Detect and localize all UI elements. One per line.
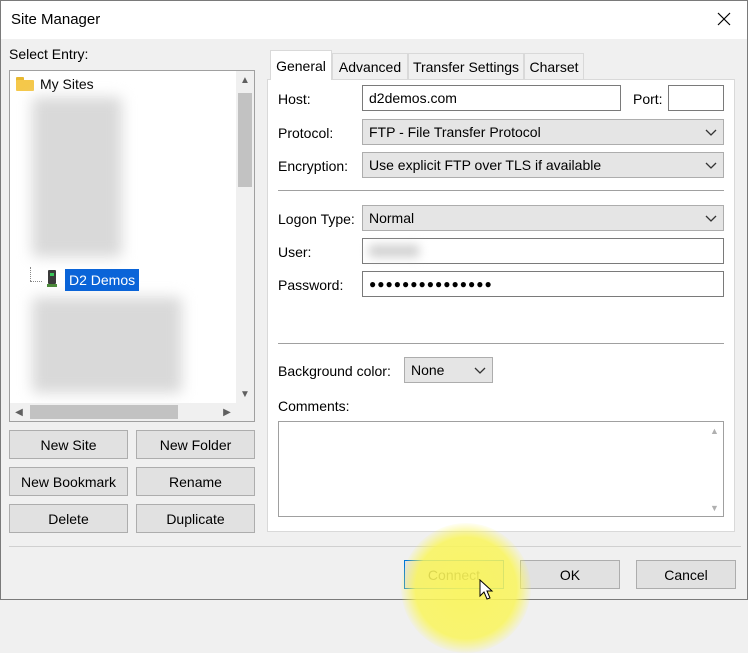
tree-item-my-sites[interactable]: My Sites	[16, 73, 94, 95]
server-icon	[47, 270, 57, 288]
close-button[interactable]	[709, 5, 739, 33]
chevron-down-icon	[474, 367, 486, 374]
encryption-label: Encryption:	[278, 158, 349, 174]
logon-type-label: Logon Type:	[278, 211, 355, 227]
tree-connector-h	[30, 281, 42, 282]
rename-button[interactable]: Rename	[136, 467, 255, 496]
host-input[interactable]: d2demos.com	[362, 85, 621, 111]
logon-type-select[interactable]: Normal	[362, 205, 724, 231]
site-tree[interactable]: My Sites D2 Demos ▲ ▼ ◀ ▶	[9, 70, 255, 422]
folder-icon	[16, 77, 34, 91]
tree-content: My Sites D2 Demos	[10, 71, 237, 403]
encryption-select[interactable]: Use explicit FTP over TLS if available	[362, 152, 724, 178]
new-site-button[interactable]: New Site	[9, 430, 128, 459]
password-input[interactable]: ●●●●●●●●●●●●●●●	[362, 271, 724, 297]
scroll-down-icon[interactable]: ▼	[706, 499, 723, 516]
comments-scrollbar[interactable]: ▲ ▼	[706, 422, 723, 516]
tab-advanced[interactable]: Advanced	[332, 53, 408, 79]
logon-type-value: Normal	[369, 210, 415, 226]
scroll-right-icon[interactable]: ▶	[218, 403, 236, 421]
close-icon	[717, 12, 731, 26]
user-input[interactable]	[362, 238, 724, 264]
chevron-down-icon	[705, 215, 717, 222]
tree-item-d2-demos[interactable]: D2 Demos	[65, 269, 140, 291]
background-color-label: Background color:	[278, 363, 391, 379]
ok-button[interactable]: OK	[520, 560, 620, 589]
tab-transfer-settings[interactable]: Transfer Settings	[408, 53, 524, 79]
select-entry-label: Select Entry:	[9, 46, 89, 62]
scroll-up-icon[interactable]: ▲	[706, 422, 723, 439]
protocol-label: Protocol:	[278, 125, 334, 141]
scroll-thumb[interactable]	[238, 93, 252, 187]
port-label: Port:	[633, 91, 663, 107]
chevron-down-icon	[705, 162, 717, 169]
new-folder-button[interactable]: New Folder	[136, 430, 255, 459]
password-label: Password:	[278, 277, 344, 293]
protocol-select[interactable]: FTP - File Transfer Protocol	[362, 119, 724, 145]
tree-connector	[30, 267, 31, 281]
scroll-up-icon[interactable]: ▲	[236, 71, 254, 89]
tab-general[interactable]: General	[270, 50, 332, 80]
window-title: Site Manager	[11, 11, 101, 28]
tree-vertical-scrollbar[interactable]: ▲ ▼	[236, 71, 254, 403]
port-input[interactable]	[668, 85, 724, 111]
cancel-button[interactable]: Cancel	[636, 560, 736, 589]
divider-2	[278, 343, 724, 344]
duplicate-button[interactable]: Duplicate	[136, 504, 255, 533]
scroll-down-icon[interactable]: ▼	[236, 385, 254, 403]
scroll-thumb-h[interactable]	[30, 405, 178, 419]
tree-horizontal-scrollbar[interactable]: ◀ ▶	[10, 403, 254, 421]
host-label: Host:	[278, 91, 311, 107]
tab-charset[interactable]: Charset	[524, 53, 584, 79]
comments-textarea[interactable]: ▲ ▼	[278, 421, 724, 517]
new-bookmark-button[interactable]: New Bookmark	[9, 467, 128, 496]
redacted-entries	[32, 97, 122, 257]
protocol-value: FTP - File Transfer Protocol	[369, 124, 541, 140]
redacted-username	[369, 245, 419, 257]
tree-item-label: My Sites	[40, 76, 94, 92]
divider	[278, 190, 724, 191]
background-color-select[interactable]: None	[404, 357, 493, 383]
background-color-value: None	[411, 362, 445, 378]
chevron-down-icon	[705, 129, 717, 136]
title-bar: Site Manager	[1, 1, 747, 39]
user-label: User:	[278, 244, 312, 260]
encryption-value: Use explicit FTP over TLS if available	[369, 157, 602, 173]
footer-divider	[9, 546, 741, 547]
comments-label: Comments:	[278, 398, 350, 414]
site-manager-window: Site Manager Select Entry: My Sites D2 D…	[0, 0, 748, 653]
delete-button[interactable]: Delete	[9, 504, 128, 533]
connect-button[interactable]: Connect	[404, 560, 504, 589]
redacted-entries-lower	[32, 297, 182, 393]
scroll-left-icon[interactable]: ◀	[10, 403, 28, 421]
